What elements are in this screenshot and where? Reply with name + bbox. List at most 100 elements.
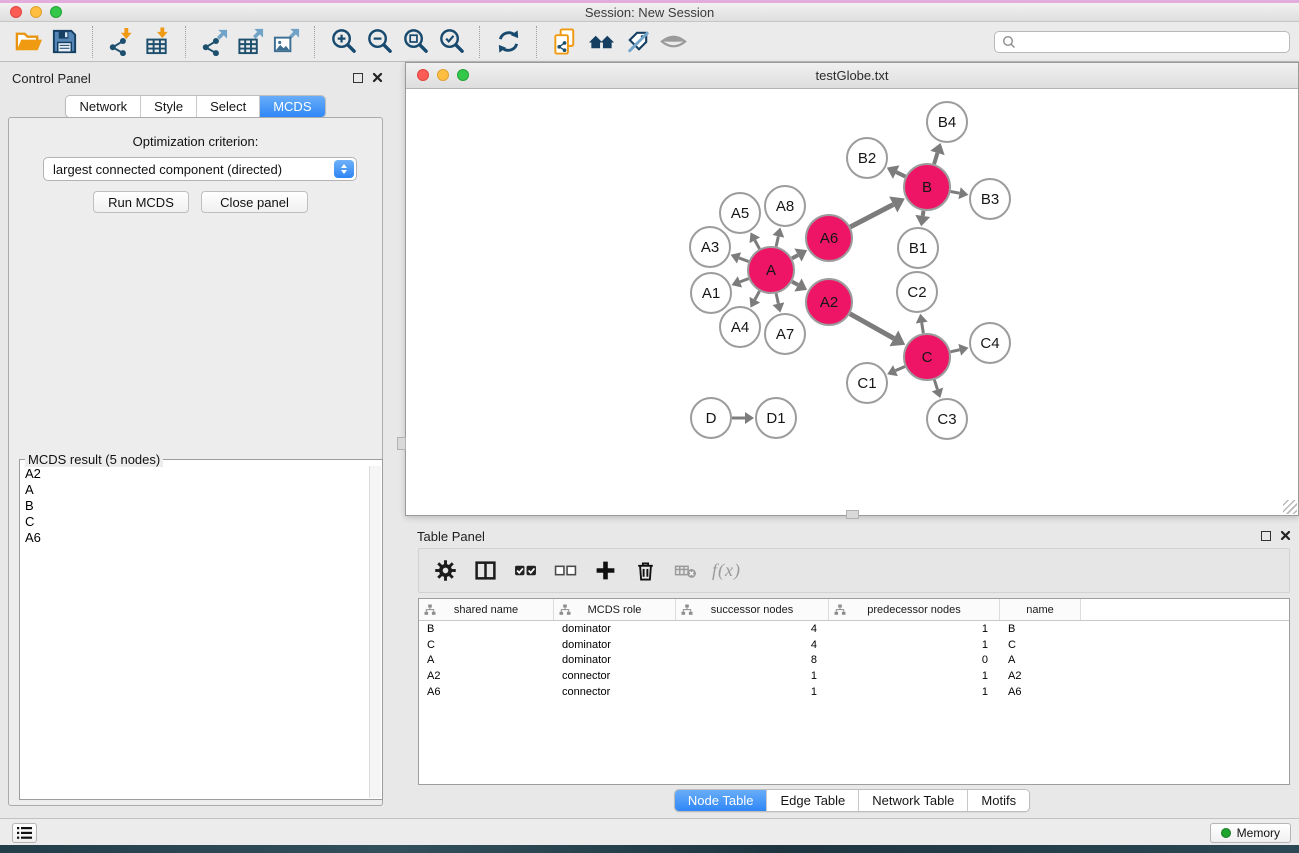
tab-network-table[interactable]: Network Table xyxy=(858,790,967,811)
table-cell[interactable]: B xyxy=(1000,623,1081,635)
graph-edge-B-B2[interactable] xyxy=(896,172,905,176)
export-table-icon[interactable] xyxy=(232,25,268,59)
import-table-icon[interactable] xyxy=(139,25,175,59)
table-cell[interactable]: C xyxy=(1000,639,1081,651)
horizontal-splitter-grip[interactable] xyxy=(846,510,859,519)
gear-icon[interactable] xyxy=(432,558,458,584)
function-builder-icon[interactable]: f(x) xyxy=(712,560,741,581)
table-cell[interactable]: A6 xyxy=(419,686,554,698)
graph-edge-A-A7[interactable] xyxy=(776,293,778,303)
delete-table-icon[interactable] xyxy=(672,558,698,584)
export-image-icon[interactable] xyxy=(268,25,304,59)
table-cell[interactable]: dominator xyxy=(554,623,676,635)
tab-style[interactable]: Style xyxy=(140,96,196,117)
graph-edge-A-A5[interactable] xyxy=(755,240,760,249)
column-header-MCDS-role[interactable]: MCDS role xyxy=(554,599,676,620)
table-cell[interactable]: dominator xyxy=(554,654,676,666)
float-panel-icon[interactable] xyxy=(353,73,363,83)
network-window-titlebar[interactable]: testGlobe.txt xyxy=(406,63,1298,89)
mcds-result-item[interactable]: A6 xyxy=(25,530,369,546)
column-view-icon[interactable] xyxy=(472,558,498,584)
float-panel-icon[interactable] xyxy=(1261,531,1271,541)
delete-column-icon[interactable] xyxy=(632,558,658,584)
table-cell[interactable]: 1 xyxy=(829,670,1000,682)
memory-button[interactable]: Memory xyxy=(1210,823,1291,843)
table-cell[interactable]: 4 xyxy=(676,623,829,635)
tab-node-table[interactable]: Node Table xyxy=(675,790,767,811)
hide-graphics-details-icon[interactable] xyxy=(619,25,655,59)
table-cell[interactable]: 1 xyxy=(829,639,1000,651)
run-mcds-button[interactable]: Run MCDS xyxy=(93,191,189,213)
graph-edge-B-B4[interactable] xyxy=(934,153,937,164)
graph-edge-C-C4[interactable] xyxy=(950,350,959,352)
zoom-in-icon[interactable] xyxy=(325,25,361,59)
add-column-icon[interactable] xyxy=(592,558,618,584)
graph-edge-B-B1[interactable] xyxy=(923,211,924,216)
criterion-dropdown[interactable]: largest connected component (directed) xyxy=(43,157,357,181)
table-cell[interactable]: A2 xyxy=(419,670,554,682)
tab-mcds[interactable]: MCDS xyxy=(259,96,324,117)
graph-edge-C-C1[interactable] xyxy=(895,367,905,371)
column-header-shared-name[interactable]: shared name xyxy=(419,599,554,620)
graph-edge-A2-C[interactable] xyxy=(850,314,894,339)
close-panel-icon[interactable] xyxy=(1280,530,1291,541)
column-header-name[interactable]: name xyxy=(1000,599,1081,620)
graph-edge-A-A4[interactable] xyxy=(755,291,760,300)
graph-edge-A-A3[interactable] xyxy=(739,258,749,262)
mcds-result-item[interactable]: A2 xyxy=(25,466,369,482)
close-panel-icon[interactable] xyxy=(372,72,383,83)
table-row[interactable]: A2connector11A2 xyxy=(419,668,1289,684)
vertical-splitter-grip[interactable] xyxy=(397,437,406,450)
tab-edge-table[interactable]: Edge Table xyxy=(766,790,858,811)
table-cell[interactable]: 0 xyxy=(829,654,1000,666)
mcds-result-item[interactable]: A xyxy=(25,482,369,498)
zoom-out-icon[interactable] xyxy=(361,25,397,59)
select-all-checked-icon[interactable] xyxy=(512,558,538,584)
table-cell[interactable]: A xyxy=(419,654,554,666)
graph-edge-A-A1[interactable] xyxy=(740,279,749,282)
deselect-all-icon[interactable] xyxy=(552,558,578,584)
graph-edge-A-A8[interactable] xyxy=(776,236,778,246)
tab-network[interactable]: Network xyxy=(66,96,140,117)
graph-edge-A-A2[interactable] xyxy=(792,282,798,285)
export-network-icon[interactable] xyxy=(196,25,232,59)
graph-edge-C-C3[interactable] xyxy=(934,380,937,390)
table-row[interactable]: A6connector11A6 xyxy=(419,684,1289,700)
table-cell[interactable]: B xyxy=(419,623,554,635)
graph-edge-A-A6[interactable] xyxy=(792,255,798,258)
table-cell[interactable]: dominator xyxy=(554,639,676,651)
mcds-result-item[interactable]: B xyxy=(25,498,369,514)
refresh-icon[interactable] xyxy=(490,25,526,59)
search-input[interactable] xyxy=(1021,33,1289,51)
import-network-icon[interactable] xyxy=(103,25,139,59)
mcds-result-item[interactable]: C xyxy=(25,514,369,530)
table-cell[interactable]: 1 xyxy=(676,686,829,698)
search-field[interactable] xyxy=(994,31,1290,53)
table-cell[interactable]: 1 xyxy=(829,686,1000,698)
list-scrollbar[interactable] xyxy=(369,466,381,798)
close-panel-button[interactable]: Close panel xyxy=(201,191,308,213)
table-cell[interactable]: 1 xyxy=(676,670,829,682)
table-row[interactable]: Cdominator41C xyxy=(419,637,1289,653)
zoom-fit-icon[interactable] xyxy=(397,25,433,59)
table-cell[interactable]: 1 xyxy=(829,623,1000,635)
graph-edge-A6-B[interactable] xyxy=(850,205,893,227)
graph-edge-C-C2[interactable] xyxy=(922,323,924,334)
clone-network-icon[interactable] xyxy=(547,25,583,59)
table-row[interactable]: Adominator80A xyxy=(419,652,1289,668)
network-canvas[interactable]: B4B2BB3B1A5A8A6A3AA1C2A2A4A7C4CC1C3DD1 xyxy=(406,89,1298,515)
table-row[interactable]: Bdominator41B xyxy=(419,621,1289,637)
mcds-result-list[interactable]: A2ABCA6 xyxy=(21,466,369,798)
tab-select[interactable]: Select xyxy=(196,96,259,117)
table-cell[interactable]: C xyxy=(419,639,554,651)
window-resize-grip[interactable] xyxy=(1283,500,1297,514)
table-cell[interactable]: connector xyxy=(554,670,676,682)
home-view-icon[interactable] xyxy=(583,25,619,59)
graph-edge-B-B3[interactable] xyxy=(951,191,960,193)
zoom-selected-icon[interactable] xyxy=(433,25,469,59)
task-history-button[interactable] xyxy=(12,823,37,843)
table-cell[interactable]: A xyxy=(1000,654,1081,666)
open-file-icon[interactable] xyxy=(10,25,46,59)
tab-motifs[interactable]: Motifs xyxy=(967,790,1029,811)
save-session-icon[interactable] xyxy=(46,25,82,59)
